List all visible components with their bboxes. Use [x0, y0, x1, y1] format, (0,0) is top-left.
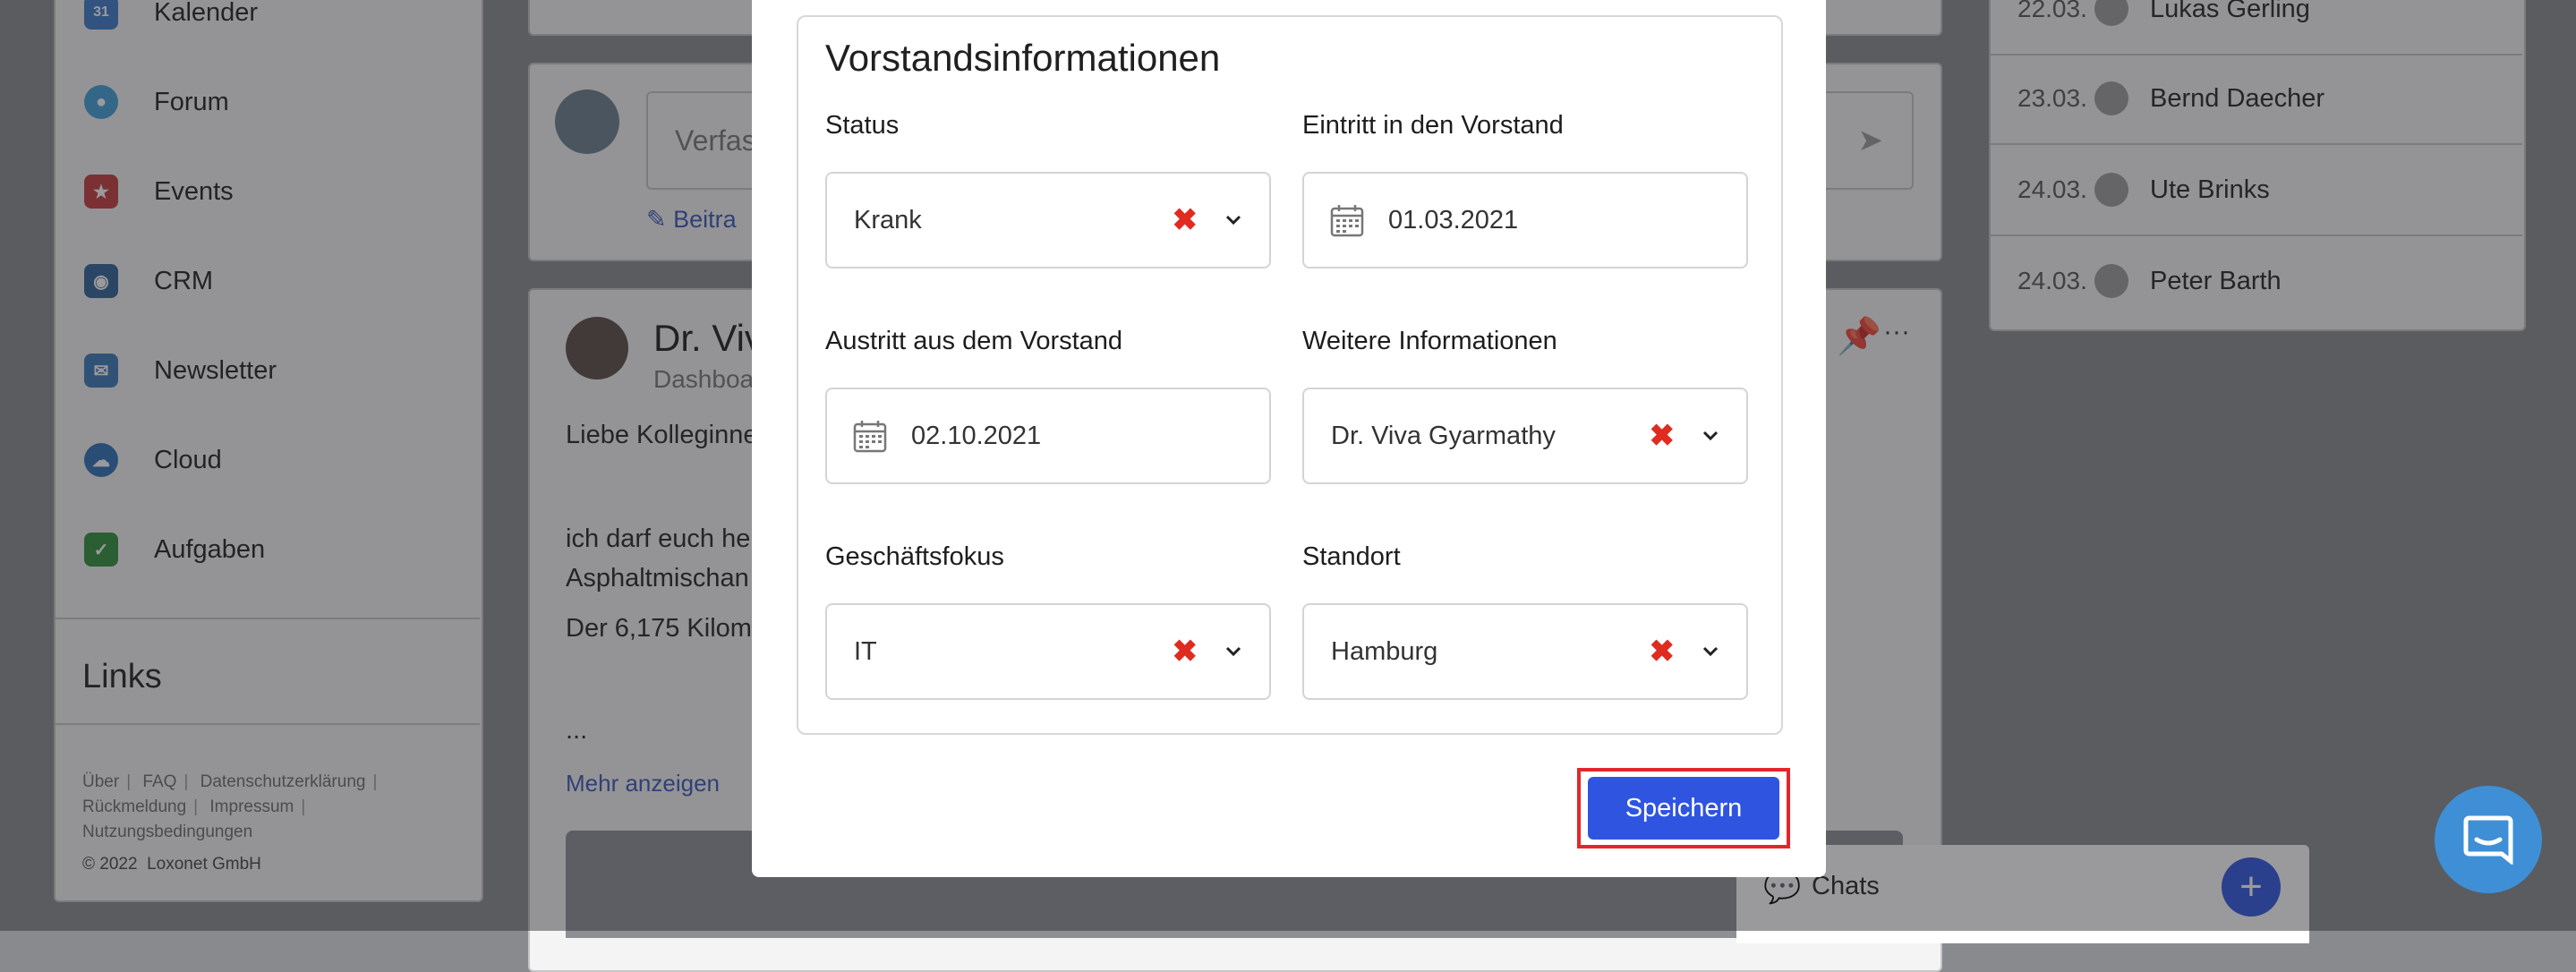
calendar-icon[interactable] — [852, 418, 888, 454]
weitere-label: Weitere Informationen — [1302, 327, 1557, 355]
austritt-date-field[interactable]: 02.10.2021 — [825, 388, 1271, 484]
save-button[interactable]: Speichern — [1588, 777, 1779, 840]
save-button-highlight: Speichern — [1577, 768, 1790, 848]
standort-label: Standort — [1302, 542, 1401, 571]
standort-value: Hamburg — [1331, 636, 1438, 666]
eintritt-value: 01.03.2021 — [1388, 205, 1519, 234]
status-select[interactable]: Krank ✖ — [825, 172, 1271, 269]
clear-icon[interactable]: ✖ — [1650, 634, 1676, 669]
section-title: Vorstandsinformationen — [825, 37, 1221, 79]
fokus-label: Geschäftsfokus — [825, 542, 1004, 571]
austritt-value: 02.10.2021 — [911, 421, 1042, 450]
chevron-down-icon[interactable] — [1223, 641, 1244, 662]
board-info-section: Vorstandsinformationen Status Krank ✖ Ei… — [797, 15, 1783, 735]
standort-select[interactable]: Hamburg ✖ — [1302, 603, 1748, 700]
chevron-down-icon[interactable] — [1700, 425, 1721, 447]
support-chat-button[interactable] — [2435, 786, 2542, 893]
clear-icon[interactable]: ✖ — [1650, 418, 1676, 454]
fokus-value: IT — [854, 636, 877, 666]
calendar-icon[interactable] — [1329, 202, 1365, 238]
austritt-label: Austritt aus dem Vorstand — [825, 327, 1123, 355]
status-value: Krank — [854, 205, 922, 234]
edit-board-modal: Vorstandsinformationen Status Krank ✖ Ei… — [752, 0, 1826, 877]
clear-icon[interactable]: ✖ — [1173, 634, 1198, 669]
weitere-value: Dr. Viva Gyarmathy — [1331, 421, 1556, 450]
eintritt-label: Eintritt in den Vorstand — [1302, 111, 1564, 140]
clear-icon[interactable]: ✖ — [1173, 202, 1198, 238]
status-label: Status — [825, 111, 900, 140]
eintritt-date-field[interactable]: 01.03.2021 — [1302, 172, 1748, 269]
weitere-select[interactable]: Dr. Viva Gyarmathy ✖ — [1302, 388, 1748, 484]
chat-bubble-icon — [2463, 815, 2513, 865]
chevron-down-icon[interactable] — [1700, 641, 1721, 662]
chevron-down-icon[interactable] — [1223, 209, 1244, 231]
fokus-select[interactable]: IT ✖ — [825, 603, 1271, 700]
